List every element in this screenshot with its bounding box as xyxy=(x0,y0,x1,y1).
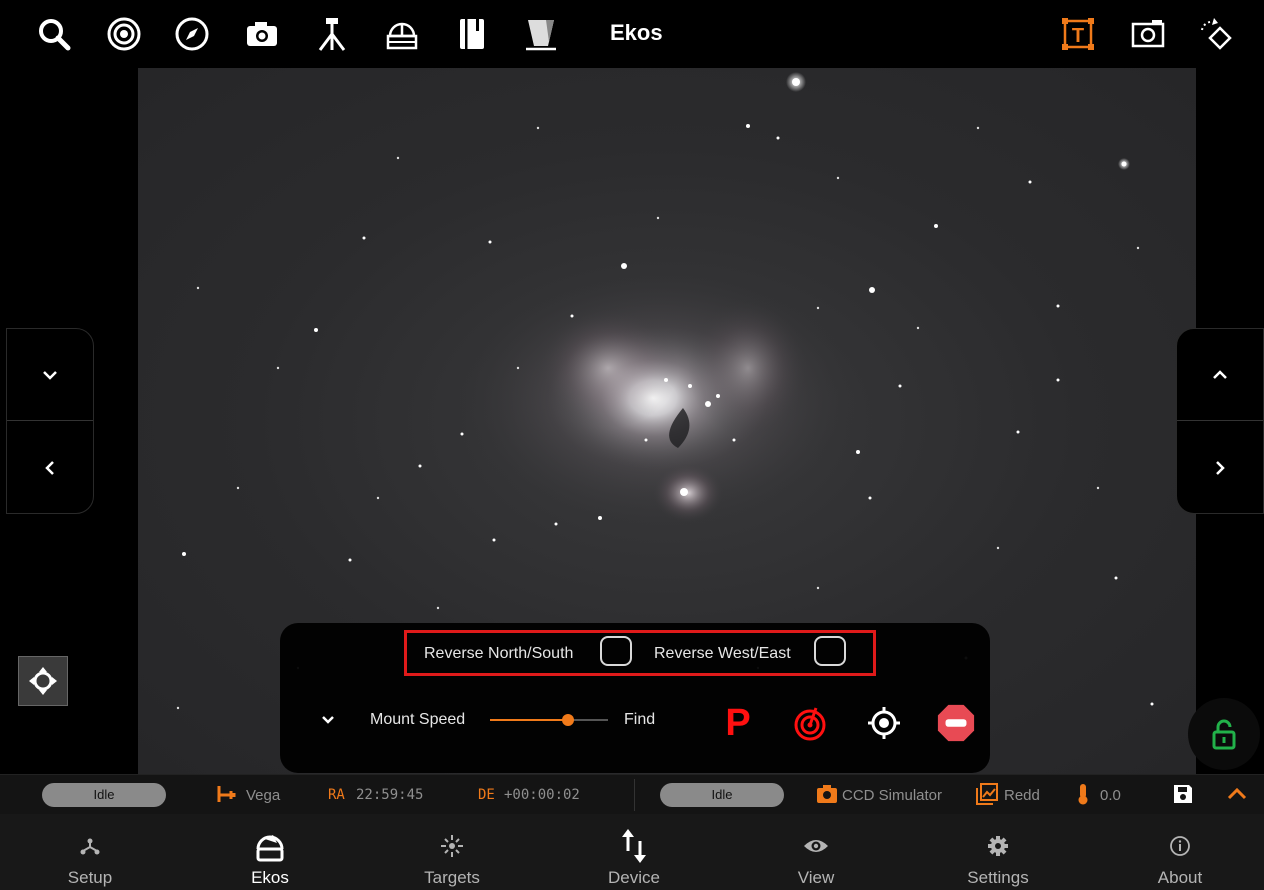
nebula-secondary xyxy=(652,463,724,523)
page-title: Ekos xyxy=(610,20,663,45)
nav-about[interactable]: About xyxy=(1090,814,1264,890)
camera-icon xyxy=(817,785,837,803)
camera-icon[interactable] xyxy=(242,14,282,54)
chevron-up-icon xyxy=(1213,369,1227,379)
scroll-right-button[interactable] xyxy=(1177,422,1263,514)
reverse-ns-checkbox[interactable] xyxy=(600,636,632,666)
reverse-ns-label: Reverse North/South xyxy=(424,645,574,662)
filter-name: Redd xyxy=(1004,787,1040,804)
track-button[interactable] xyxy=(790,703,830,743)
crosshair-icon xyxy=(29,667,57,695)
ra-label: RA xyxy=(328,787,345,803)
nav-label: About xyxy=(1157,868,1203,887)
save-icon[interactable] xyxy=(1172,783,1194,805)
nav-targets[interactable]: Targets xyxy=(362,814,542,890)
center-target-button[interactable] xyxy=(864,703,904,743)
collapse-panel-button[interactable] xyxy=(320,711,336,732)
info-icon xyxy=(1169,826,1191,866)
top-toolbar: Ekos T xyxy=(0,0,1264,68)
chevron-left-icon xyxy=(45,461,54,475)
left-nav-pad xyxy=(6,328,94,514)
nav-view[interactable]: View xyxy=(726,814,906,890)
slider-knob[interactable] xyxy=(561,714,574,726)
camera-name: CCD Simulator xyxy=(842,787,943,804)
eye-icon xyxy=(803,826,829,866)
ekos-dome-icon xyxy=(253,826,287,866)
nav-label: Ekos xyxy=(251,868,289,887)
observatory-icon[interactable] xyxy=(382,14,422,54)
stop-icon xyxy=(937,704,975,742)
de-value: +00:00:02 xyxy=(504,787,580,803)
expand-up-icon[interactable] xyxy=(1226,783,1248,805)
bottom-navigation: Setup Ekos Targets Device View Settings xyxy=(0,814,1264,890)
stop-button[interactable] xyxy=(936,703,976,743)
telescope-icon[interactable] xyxy=(312,14,352,54)
screen-capture-icon[interactable] xyxy=(1128,14,1168,54)
status-divider xyxy=(634,779,635,811)
mount-speed-label: Mount Speed xyxy=(370,711,466,728)
scroll-down-button[interactable] xyxy=(7,329,93,421)
scroll-left-button[interactable] xyxy=(7,422,93,514)
nav-label: Targets xyxy=(424,868,480,887)
reverse-we-label: Reverse West/East xyxy=(654,645,791,662)
targets-icon xyxy=(439,826,465,866)
target-icon[interactable] xyxy=(104,14,144,54)
rotate-diamond-icon[interactable] xyxy=(1196,14,1236,54)
nav-settings[interactable]: Settings xyxy=(908,814,1088,890)
target-crosshair-icon xyxy=(868,707,900,739)
de-label: DE xyxy=(478,787,495,803)
nav-device[interactable]: Device xyxy=(544,814,724,890)
flat-panel-icon[interactable] xyxy=(520,14,560,54)
filter-image-icon xyxy=(976,783,998,805)
status-bar: Idle Vega RA 22:59:45 DE +00:00:02 Idle … xyxy=(0,774,1264,814)
park-label: P xyxy=(725,701,751,744)
reverse-we-checkbox[interactable] xyxy=(814,636,846,666)
target-name: Vega xyxy=(246,787,281,804)
search-icon[interactable] xyxy=(34,14,74,54)
notebook-icon[interactable] xyxy=(452,14,492,54)
telescope-mount-icon xyxy=(217,786,236,802)
scroll-up-button[interactable] xyxy=(1177,329,1263,421)
temperature-value: 0.0 xyxy=(1100,787,1121,804)
setup-icon xyxy=(78,826,102,866)
nav-label: Settings xyxy=(967,868,1029,887)
chevron-down-icon xyxy=(322,716,334,724)
nav-label: Setup xyxy=(67,868,113,887)
text-frame-icon[interactable]: T xyxy=(1058,14,1098,54)
nav-label: View xyxy=(797,868,835,887)
device-arrows-icon xyxy=(619,826,649,866)
camera-status-badge: Idle xyxy=(660,783,784,807)
lock-button[interactable] xyxy=(1188,698,1260,770)
mount-control-panel: Reverse North/South Reverse West/East Mo… xyxy=(280,623,990,773)
chevron-down-icon xyxy=(43,370,57,380)
mount-speed-value: Find xyxy=(624,711,656,728)
slider-fill xyxy=(490,719,568,721)
nav-ekos[interactable]: Ekos xyxy=(180,814,360,890)
svg-text:T: T xyxy=(1072,25,1084,47)
mount-status-badge: Idle xyxy=(42,783,166,807)
center-crosshair-button[interactable] xyxy=(18,656,68,706)
right-nav-pad xyxy=(1176,328,1264,514)
unlock-icon xyxy=(1212,719,1236,750)
thermometer-icon xyxy=(1078,784,1088,805)
compass-icon[interactable] xyxy=(172,14,212,54)
nav-label: Device xyxy=(608,868,660,887)
gear-icon xyxy=(987,826,1009,866)
ra-value: 22:59:45 xyxy=(356,787,424,803)
park-button[interactable]: P xyxy=(718,701,758,744)
chevron-right-icon xyxy=(1216,461,1225,475)
nav-setup[interactable]: Setup xyxy=(0,814,180,890)
tracking-icon xyxy=(794,707,826,741)
mount-speed-slider[interactable] xyxy=(490,714,608,726)
